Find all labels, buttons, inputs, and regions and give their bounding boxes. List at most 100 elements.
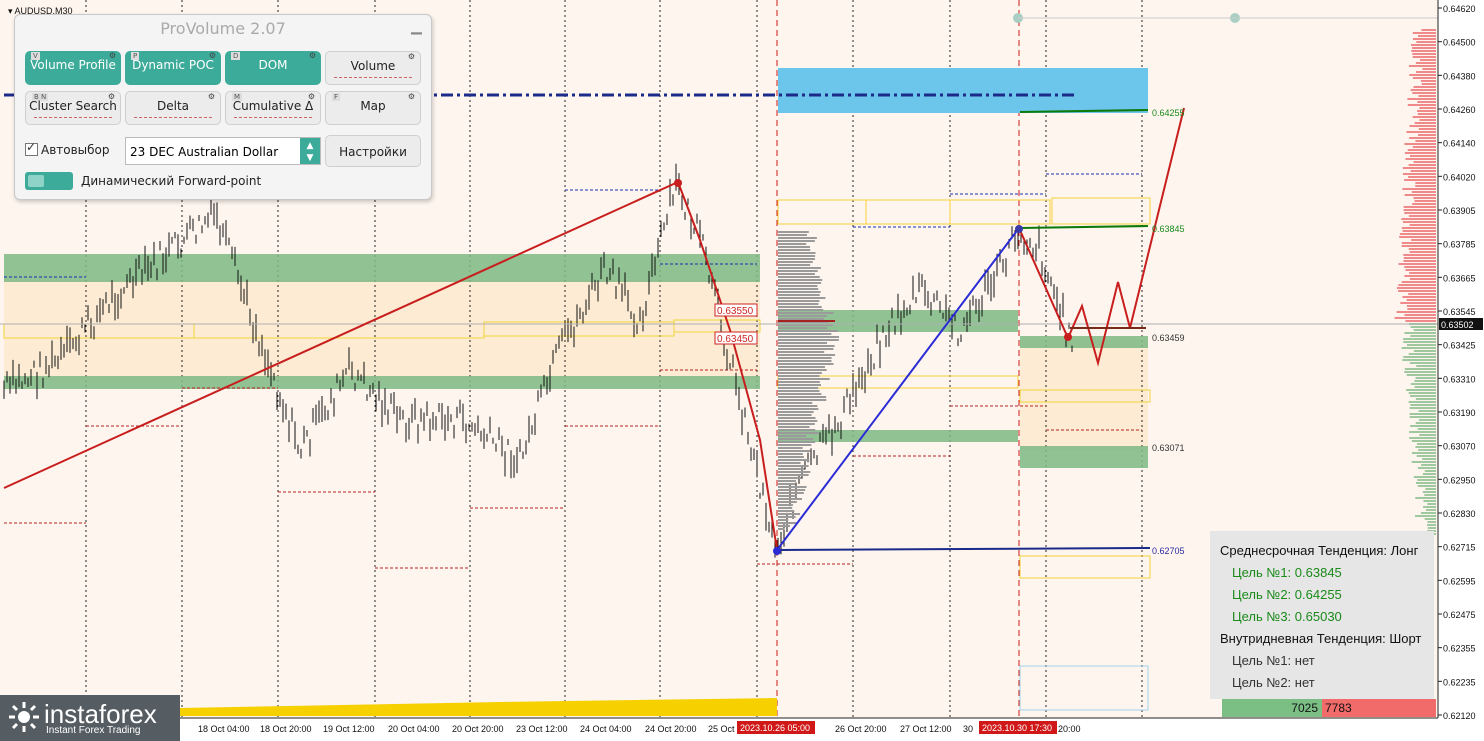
time-tick-label: 24 Oct 20:00 [645, 724, 697, 734]
button-marks [234, 117, 312, 120]
time-marker-label: 2023.10.26 05:00 [740, 723, 810, 733]
trading-chart-window: 0.64255 0.63845 0.63459 0.63071 0.62705 0.635… [0, 0, 1484, 741]
time-tick-label: 24 Oct 04:00 [580, 724, 632, 734]
trend-info-box: Среднесрочная Тенденция: Лонг Цель №1: 0… [1210, 531, 1434, 699]
intra-target-1: Цель №1: нет [1232, 653, 1315, 668]
forward-point-toggle[interactable] [25, 172, 73, 190]
time-tick-label: 26 Oct 20:00 [835, 724, 887, 734]
logo-tagline: Instant Forex Trading [46, 725, 141, 736]
green-zone [1020, 446, 1148, 468]
instrument-value: 23 DEC Australian Dollar [130, 145, 279, 159]
time-tick-label: 25 Oct [708, 724, 735, 734]
price-tick-label: 0.63545 [1443, 307, 1476, 317]
volume-button[interactable]: ⚙ Volume [325, 51, 421, 85]
button-label: Cumulative Δ [232, 99, 314, 113]
provolume-panel: ProVolume 2.07 ▁ V ⚙ Volume Profile P ⚙ Dy… [14, 14, 432, 200]
instrument-select[interactable]: 23 DEC Australian Dollar ▲ ▼ [125, 137, 321, 165]
button-label: Map [360, 99, 386, 113]
volume-profile-button[interactable]: V ⚙ Volume Profile [25, 51, 121, 85]
settings-button[interactable]: Настройки [325, 135, 421, 167]
price-tick-label: 0.63905 [1443, 206, 1476, 216]
current-price-label: 0.63502 [1441, 320, 1474, 330]
price-tick-label: 0.63665 [1443, 273, 1476, 283]
button-marks [134, 117, 212, 120]
price-tick-label: 0.64380 [1443, 71, 1476, 81]
forward-point-label: Динамический Forward-point [81, 174, 262, 188]
price-tick-label: 0.64620 [1443, 4, 1476, 14]
button-label: Volume Profile [30, 58, 116, 72]
button-label: Dynamic POC [132, 58, 214, 72]
time-marker-label: 2023.10.30 17:30 [982, 723, 1052, 733]
logo-icon [9, 702, 39, 732]
dom-button[interactable]: D ⚙ DOM [225, 51, 321, 85]
minimize-icon[interactable]: ▁ [411, 20, 423, 34]
blue-zone [778, 68, 1148, 113]
chevron-updown-icon[interactable]: ▲ ▼ [300, 138, 320, 164]
time-tick-label: 20 Oct 04:00 [388, 724, 440, 734]
time-tick-label: 20:00 [1058, 724, 1081, 734]
checkbox-icon[interactable] [25, 140, 38, 156]
button-marks [334, 77, 412, 80]
price-tick-label: 0.64500 [1443, 38, 1476, 48]
time-tick-label: 27 Oct 12:00 [900, 724, 952, 734]
green-zone [778, 430, 1018, 442]
price-tick-label: 0.63785 [1443, 240, 1476, 250]
intra-trend-text: Внутридневная Тенденция: Шорт [1220, 631, 1422, 646]
price-tick-label: 0.64020 [1443, 172, 1476, 182]
checkbox-label: Автовыбор [41, 143, 110, 157]
time-tick-label: 18 Oct 20:00 [260, 724, 312, 734]
button-label: Volume [350, 59, 396, 73]
level-label: 0.64255 [1152, 108, 1185, 118]
mid-target-3: Цель №3: 0.65030 [1232, 609, 1342, 624]
red-level-label: 0.63550 [717, 306, 754, 317]
map-button[interactable]: F ⚙ Map [325, 91, 421, 125]
consolidation-zone [4, 280, 760, 380]
cumulative-delta-button[interactable]: M ⚙ Cumulative Δ [225, 91, 321, 125]
green-zone [4, 376, 760, 389]
price-tick-label: 0.62235 [1443, 677, 1476, 687]
level-label: 0.63845 [1152, 224, 1185, 234]
button-label: Настройки [339, 145, 407, 159]
cluster-search-button[interactable]: B N ⚙ Cluster Search [25, 91, 121, 125]
button-marks [34, 117, 112, 120]
pivot-dot [773, 547, 781, 555]
intra-target-2: Цель №2: нет [1232, 675, 1315, 690]
pivot-dot [1064, 333, 1072, 341]
level-label: 0.63071 [1152, 443, 1185, 453]
buy-volume: 7025 [1222, 699, 1322, 717]
price-tick-label: 0.62830 [1443, 509, 1476, 519]
auto-select-checkbox[interactable]: Автовыбор [25, 140, 110, 157]
time-tick-label: 18 Oct 04:00 [198, 724, 250, 734]
price-tick-label: 0.62715 [1443, 543, 1476, 553]
price-tick-label: 0.63310 [1443, 374, 1476, 384]
pivot-dot [674, 179, 682, 187]
time-tick-label: 20 Oct 20:00 [452, 724, 504, 734]
mid-target-2: Цель №2: 0.64255 [1232, 587, 1342, 602]
mid-target-1: Цель №1: 0.63845 [1232, 565, 1342, 580]
price-tick-label: 0.64260 [1443, 105, 1476, 115]
time-tick-label: 23 Oct 12:00 [516, 724, 568, 734]
button-label: DOM [258, 58, 288, 72]
level-label: 0.62705 [1152, 546, 1185, 556]
dynamic-poc-button[interactable]: P ⚙ Dynamic POC [125, 51, 221, 85]
panel-title: ProVolume 2.07 [160, 19, 286, 38]
green-zone [4, 254, 760, 282]
price-tick-label: 0.63425 [1443, 341, 1476, 351]
pivot-dot [1015, 225, 1023, 233]
consolidation-zone [1020, 340, 1148, 450]
delta-button[interactable]: ⚙ Delta [125, 91, 221, 125]
time-tick-label: 19 Oct 12:00 [323, 724, 375, 734]
time-tick-label: 30 [963, 724, 973, 734]
price-tick-label: 0.62120 [1443, 711, 1476, 721]
price-tick-label: 0.64140 [1443, 139, 1476, 149]
price-tick-label: 0.62595 [1443, 576, 1476, 586]
price-tick-label: 0.63070 [1443, 442, 1476, 452]
price-tick-label: 0.62950 [1443, 475, 1476, 485]
mid-trend-text: Среднесрочная Тенденция: Лонг [1220, 543, 1419, 558]
price-tick-label: 0.62355 [1443, 644, 1476, 654]
instaforex-logo: instaforex Instant Forex Trading [0, 695, 180, 741]
button-label: Cluster Search [29, 99, 117, 113]
level-label: 0.63459 [1152, 333, 1185, 343]
price-tick-label: 0.62475 [1443, 610, 1476, 620]
button-label: Delta [156, 99, 189, 113]
